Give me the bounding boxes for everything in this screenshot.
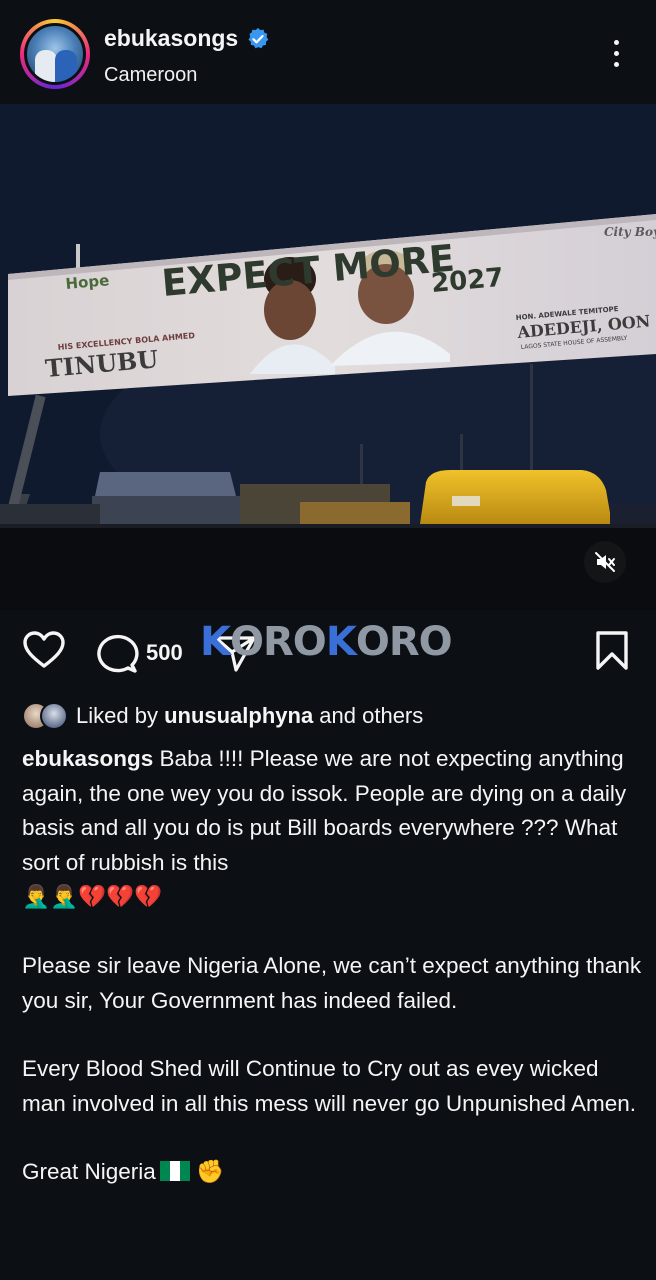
username[interactable]: ebukasongs <box>104 25 238 52</box>
caption-para-3: Every Blood Shed will Continue to Cry ou… <box>22 1056 637 1116</box>
username-row: ebukasongs <box>104 25 270 52</box>
watermark-k2: K <box>325 619 357 665</box>
caption-emojis: 🤦‍♂️🤦‍♂️💔💔💔 <box>22 884 163 911</box>
fist-emoji: ✊ <box>196 1159 225 1186</box>
verified-badge-icon <box>248 27 269 48</box>
comment-icon[interactable] <box>94 632 140 674</box>
more-options-icon[interactable] <box>604 40 628 72</box>
liker-avatar <box>40 702 68 730</box>
caption-para-1: ebukasongs Baba !!!! Please we are not e… <box>22 742 642 915</box>
caption-para-2: Please sir leave Nigeria Alone, we can’t… <box>22 952 642 1013</box>
watermark-k: K <box>200 619 231 665</box>
liked-user[interactable]: unusualphyna <box>164 703 313 728</box>
story-ring[interactable] <box>20 19 90 89</box>
watermark-oro2: ORO <box>355 619 453 665</box>
avatar[interactable] <box>24 23 86 85</box>
liked-by-row[interactable]: Liked by unusualphyna and others <box>22 698 423 734</box>
comments-count[interactable]: 500 <box>146 640 183 666</box>
post-location[interactable]: Cameroon <box>104 64 197 87</box>
liked-prefix: Liked by <box>76 703 165 728</box>
heart-icon[interactable] <box>22 630 66 670</box>
billboard-photo: Hope EXPECT MORE 2027 HIS EXCELLENCY BOL… <box>0 104 656 610</box>
watermark-logo: K ORO K ORO <box>200 612 453 672</box>
watermark-oro: ORO <box>230 619 327 665</box>
billboard-brand: Hope <box>65 271 110 293</box>
liked-suffix: and others <box>313 703 424 728</box>
caption-username[interactable]: ebukasongs <box>22 746 153 771</box>
post-header: ebukasongs Cameroon <box>0 0 656 104</box>
nigeria-flag-icon <box>159 1161 190 1182</box>
caption-text-4: Great Nigeria <box>22 1159 156 1185</box>
bookmark-icon[interactable] <box>594 630 630 672</box>
billboard-logo: City Boy <box>604 225 656 239</box>
post-caption: ebukasongs Baba !!!! Please we are not e… <box>22 742 642 1190</box>
caption-para-4: Great Nigeria ✊ <box>22 1155 642 1190</box>
post-media[interactable]: Hope EXPECT MORE 2027 HIS EXCELLENCY BOL… <box>0 104 656 610</box>
sound-off-icon[interactable] <box>584 541 626 583</box>
liked-by-text: Liked by unusualphyna and others <box>76 703 423 729</box>
billboard-year: 2027 <box>430 263 505 299</box>
